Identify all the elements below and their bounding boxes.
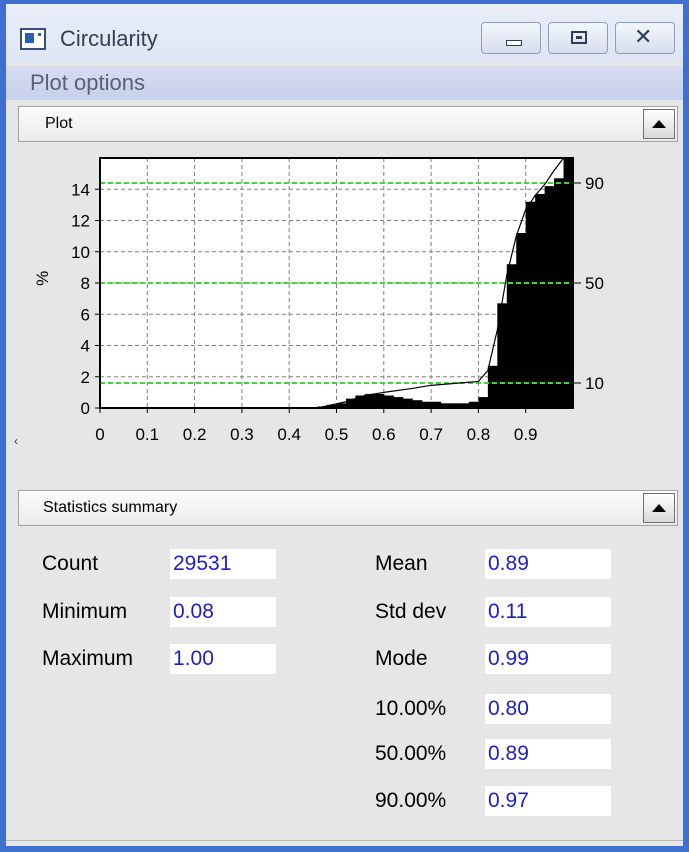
histogram-bar <box>393 397 404 408</box>
p90-label: 90.00% <box>375 789 447 812</box>
right-tick-label: 90 <box>585 174 604 193</box>
minimum-label: Minimum <box>42 600 128 623</box>
x-tick-label: 0.4 <box>277 425 301 444</box>
splitter-handle-icon[interactable]: ‹ <box>14 434 18 448</box>
histogram-bar <box>383 395 394 408</box>
histogram-bar <box>364 393 375 408</box>
window-bottom-divider <box>6 840 683 841</box>
y-tick-label: 8 <box>81 274 90 293</box>
y-tick-label: 14 <box>71 180 90 199</box>
stats-section-label: Statistics summary <box>43 499 178 516</box>
y-tick-label: 0 <box>81 399 90 418</box>
y-tick-label: 4 <box>81 337 90 356</box>
x-tick-label: 0.6 <box>372 425 396 444</box>
x-tick-label: 0.9 <box>514 425 538 444</box>
y-tick-label: 6 <box>81 305 90 324</box>
mode-value: 0.99 <box>485 644 611 674</box>
p50-value: 0.89 <box>485 739 611 769</box>
histogram-bar <box>544 186 555 408</box>
histogram-bar <box>516 233 527 408</box>
mode-label: Mode <box>375 647 428 670</box>
count-label: Count <box>42 552 99 575</box>
minimum-value: 0.08 <box>170 597 276 627</box>
right-tick-label: 10 <box>585 374 604 393</box>
histogram-bar <box>525 201 536 408</box>
circularity-histogram-chart: 0 2 4 6 8 10 12 14 0 0.1 0.2 0.3 0.4 0.5 0.6 0.7 0.8 0.9 1… <box>33 157 604 444</box>
histogram-bar <box>535 193 546 408</box>
circularity-window: Circularity ✕ Plot options Plot 0 2 4 6 8 10 1… <box>0 0 689 852</box>
histogram-bar <box>554 178 565 408</box>
x-tick-label: 0 <box>95 425 104 444</box>
p10-label: 10.00% <box>375 697 447 720</box>
histogram-bar <box>402 398 413 408</box>
x-tick-label: 0.5 <box>325 425 349 444</box>
histogram-bar <box>506 264 517 408</box>
p10-value: 0.80 <box>485 694 611 724</box>
histogram-bar <box>487 365 498 408</box>
histogram-bar <box>412 400 423 408</box>
y-tick-label: 12 <box>71 212 90 231</box>
x-tick-label: 0.8 <box>467 425 491 444</box>
histogram-bar <box>374 393 385 408</box>
x-tick-label: 0.3 <box>230 425 254 444</box>
count-value: 29531 <box>170 549 276 579</box>
x-tick-label: 0.7 <box>419 425 443 444</box>
mean-label: Mean <box>375 552 428 575</box>
maximum-value: 1.00 <box>170 644 276 674</box>
stddev-value: 0.11 <box>485 597 611 627</box>
x-tick-label: 0.1 <box>135 425 159 444</box>
x-tick-label: 0.2 <box>183 425 207 444</box>
stddev-label: Std dev <box>375 600 447 623</box>
y-axis-label: % <box>33 271 52 286</box>
y-tick-label: 10 <box>71 243 90 262</box>
stats-collapse-button[interactable] <box>643 493 675 523</box>
histogram-bar <box>478 397 489 408</box>
mean-value: 0.89 <box>485 549 611 579</box>
stats-section-header[interactable]: Statistics summary <box>18 490 678 526</box>
p90-value: 0.97 <box>485 786 611 816</box>
p50-label: 50.00% <box>375 742 447 765</box>
right-tick-label: 50 <box>585 274 604 293</box>
y-tick-label: 2 <box>81 368 90 387</box>
maximum-label: Maximum <box>42 647 134 670</box>
